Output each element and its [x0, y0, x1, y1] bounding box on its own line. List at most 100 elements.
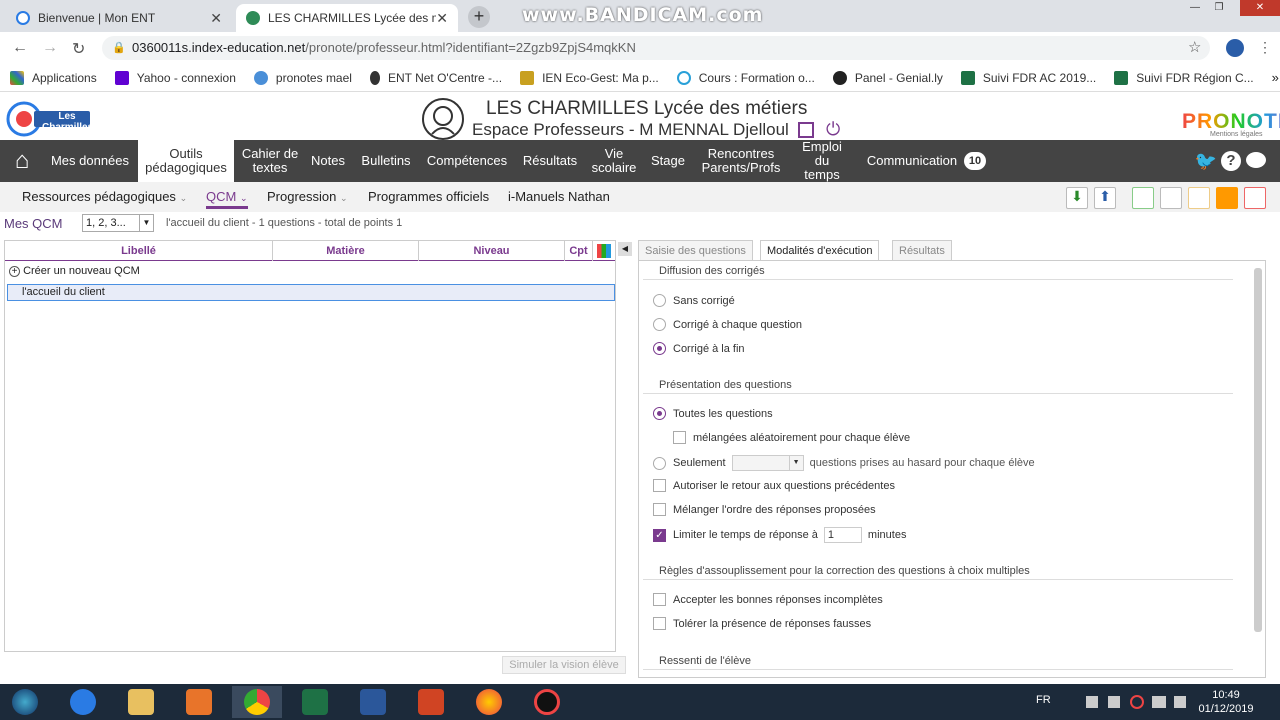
- legal-mentions-link[interactable]: Mentions légales: [1210, 131, 1263, 138]
- profile-avatar[interactable]: [1226, 39, 1244, 57]
- col-niveau[interactable]: Niveau: [419, 241, 565, 261]
- nav-resultats[interactable]: Résultats: [518, 140, 582, 182]
- chart-icon[interactable]: [597, 244, 611, 258]
- option-seulement[interactable]: Seulement ▼ questions prises au hasard p…: [653, 455, 1035, 471]
- nav-vie-scolaire[interactable]: Vie scolaire: [588, 140, 640, 182]
- bookmark-ien[interactable]: IEN Eco-Gest: Ma p...: [520, 70, 659, 85]
- qcm-select[interactable]: 1, 2, 3... ▼: [82, 214, 154, 232]
- collapse-panel-icon[interactable]: ◀: [618, 242, 632, 256]
- radio[interactable]: [653, 456, 666, 470]
- ie-icon[interactable]: [58, 686, 108, 718]
- network-icon[interactable]: [1152, 696, 1166, 708]
- language-indicator[interactable]: FR: [1036, 694, 1051, 706]
- minutes-input[interactable]: 1: [823, 527, 862, 543]
- bookmark-applications[interactable]: Applications: [10, 70, 97, 85]
- option-toutes-questions[interactable]: Toutes les questions: [653, 407, 773, 420]
- col-matiere[interactable]: Matière: [273, 241, 419, 261]
- option-retour[interactable]: Autoriser le retour aux questions précéd…: [653, 479, 895, 492]
- nav-mes-donnees[interactable]: Mes données: [44, 140, 136, 182]
- bookmark-cours[interactable]: Cours : Formation o...: [676, 70, 815, 85]
- bookmark-genially[interactable]: Panel - Genial.ly: [832, 70, 943, 85]
- nav-communication[interactable]: Communication: [860, 140, 964, 182]
- table-row[interactable]: l'accueil du client: [7, 284, 615, 301]
- nav-bulletins[interactable]: Bulletins: [356, 140, 416, 182]
- radio[interactable]: [653, 342, 666, 355]
- option-melangees[interactable]: mélangées aléatoirement pour chaque élèv…: [673, 431, 910, 444]
- download-icon[interactable]: ⬇: [1066, 187, 1088, 209]
- chat-icon[interactable]: [1246, 152, 1266, 168]
- forward-icon[interactable]: →: [42, 39, 58, 57]
- simulate-student-view-button[interactable]: Simuler la vision élève: [502, 656, 626, 674]
- option-tolerer[interactable]: Tolérer la présence de réponses fausses: [653, 617, 871, 630]
- option-corrige-chaque[interactable]: Corrigé à chaque question: [653, 318, 802, 331]
- option-accepter[interactable]: Accepter les bonnes réponses incomplètes: [653, 593, 883, 606]
- nav-rencontres[interactable]: Rencontres Parents/Profs: [696, 140, 786, 182]
- subnav-imanuels[interactable]: i-Manuels Nathan: [508, 189, 610, 204]
- print-icon[interactable]: [1160, 187, 1182, 209]
- school-logo[interactable]: Les Charmilles: [6, 97, 93, 137]
- explorer-icon[interactable]: [116, 686, 166, 718]
- close-tab-icon[interactable]: ✕: [210, 10, 222, 27]
- bandicam-icon[interactable]: [522, 686, 572, 718]
- bookmark-pronotes[interactable]: pronotes mael: [253, 70, 352, 85]
- email-icon[interactable]: [1188, 187, 1210, 209]
- subnav-programmes[interactable]: Programmes officiels: [368, 189, 489, 204]
- qr-code-icon[interactable]: [798, 122, 814, 138]
- bandicam-tray-icon[interactable]: [1130, 695, 1144, 709]
- back-icon[interactable]: ←: [12, 39, 28, 57]
- radio[interactable]: [653, 407, 666, 420]
- checkbox[interactable]: [653, 617, 666, 630]
- upload-icon[interactable]: ⬆: [1094, 187, 1116, 209]
- radio[interactable]: [653, 318, 666, 331]
- count-select[interactable]: ▼: [731, 455, 804, 471]
- window-close-button[interactable]: ✕: [1240, 0, 1280, 16]
- option-melanger-reponses[interactable]: Mélanger l'ordre des réponses proposées: [653, 503, 876, 516]
- bookmark-star-icon[interactable]: ☆: [1188, 36, 1201, 60]
- url-bar[interactable]: 🔒 0360011s.index-education.net/pronote/p…: [102, 36, 1210, 60]
- option-corrige-fin[interactable]: Corrigé à la fin: [653, 342, 745, 355]
- browser-tab-ent[interactable]: Bienvenue | Mon ENT ✕: [6, 4, 232, 32]
- flag-icon[interactable]: [1086, 696, 1098, 708]
- reload-icon[interactable]: ↻: [72, 39, 85, 59]
- help-icon[interactable]: ?: [1221, 151, 1241, 171]
- save-icon[interactable]: [1132, 187, 1154, 209]
- browser-tab-pronote[interactable]: LES CHARMILLES Lycée des métie ✕: [236, 4, 458, 32]
- bookmark-fdr-region[interactable]: Suivi FDR Région C...: [1114, 70, 1254, 85]
- home-icon[interactable]: ⌂: [0, 140, 44, 182]
- tab-modalites[interactable]: Modalités d'exécution: [760, 240, 880, 260]
- chrome-icon[interactable]: [232, 686, 282, 718]
- bookmark-fdr-ac[interactable]: Suivi FDR AC 2019...: [960, 70, 1096, 85]
- checkbox[interactable]: [653, 479, 666, 492]
- close-tab-icon[interactable]: ✕: [436, 10, 448, 27]
- option-sans-corrige[interactable]: Sans corrigé: [653, 294, 735, 307]
- radio[interactable]: [653, 294, 666, 307]
- checkbox[interactable]: [673, 431, 686, 444]
- create-qcm-button[interactable]: + Créer un nouveau QCM: [9, 265, 140, 277]
- subnav-qcm[interactable]: QCM ⌄: [206, 189, 248, 209]
- volume-icon[interactable]: [1174, 696, 1186, 708]
- nav-cahier-de-textes[interactable]: Cahier de textes: [238, 140, 302, 182]
- menu-kebab-icon[interactable]: ⋮: [1258, 39, 1272, 56]
- option-limiter-temps[interactable]: ✓ Limiter le temps de réponse à 1 minutes: [653, 527, 906, 543]
- nav-stage[interactable]: Stage: [646, 140, 690, 182]
- word-icon[interactable]: [348, 686, 398, 718]
- checkbox[interactable]: ✓: [653, 528, 666, 542]
- battery-icon[interactable]: [1108, 696, 1120, 708]
- scrollbar[interactable]: [1254, 268, 1262, 632]
- tab-resultats[interactable]: Résultats: [892, 240, 952, 260]
- nav-competences[interactable]: Compétences: [422, 140, 512, 182]
- bookmark-yahoo[interactable]: Yahoo - connexion: [114, 70, 236, 85]
- excel-icon[interactable]: [290, 686, 340, 718]
- minimize-button[interactable]: —: [1184, 0, 1206, 16]
- start-button[interactable]: [0, 686, 50, 718]
- checkbox[interactable]: [653, 503, 666, 516]
- tab-saisie[interactable]: Saisie des questions: [638, 240, 753, 260]
- col-cpt[interactable]: Cpt: [565, 241, 593, 261]
- power-icon[interactable]: ⏻: [826, 119, 840, 140]
- nav-notes[interactable]: Notes: [306, 140, 350, 182]
- more-bookmarks-icon[interactable]: »: [1272, 70, 1279, 85]
- new-tab-button[interactable]: +: [468, 6, 490, 28]
- twitter-icon[interactable]: 🐦: [1194, 140, 1218, 182]
- restore-button[interactable]: ❐: [1208, 0, 1230, 16]
- alert-icon[interactable]: [1216, 187, 1238, 209]
